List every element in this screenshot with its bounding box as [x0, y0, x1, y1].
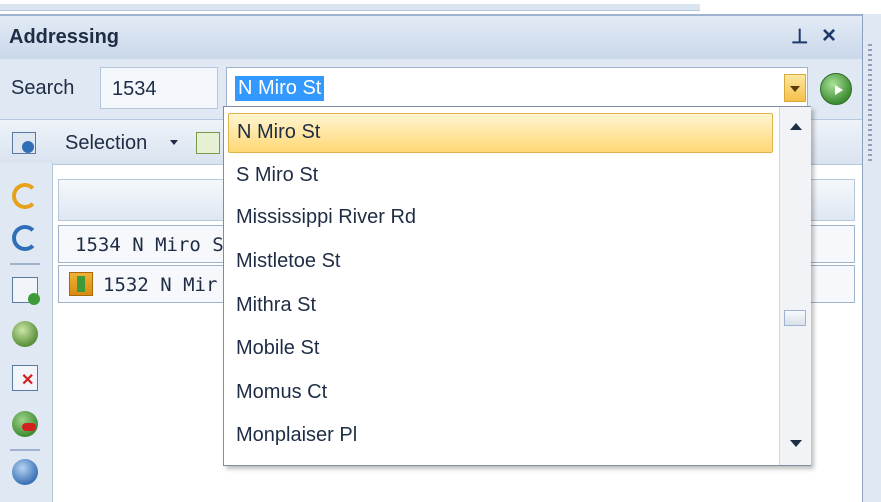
pin-icon[interactable]: ⊥	[791, 24, 808, 49]
people-icon[interactable]	[12, 459, 38, 485]
stop-icon[interactable]	[12, 411, 38, 437]
list-item[interactable]: Mithra St	[228, 287, 773, 327]
divider	[10, 449, 40, 451]
house-number-value: 1534	[112, 78, 157, 100]
delete-row-icon[interactable]	[12, 365, 38, 391]
street-value: N Miro St	[235, 76, 325, 101]
splitter-grip[interactable]	[868, 44, 872, 164]
divider	[10, 263, 40, 265]
row-address: 1532 N Mir	[103, 274, 218, 296]
selection-caret-icon[interactable]	[170, 140, 178, 145]
list-item[interactable]: Momus Ct	[228, 374, 773, 414]
refresh-all-icon[interactable]	[12, 225, 38, 251]
combo-arrow-icon[interactable]	[784, 74, 806, 102]
refresh-icon[interactable]	[12, 183, 38, 209]
side-toolbar	[0, 163, 53, 502]
selection-menu[interactable]: Selection	[65, 132, 147, 155]
search-label: Search	[11, 77, 75, 99]
top-strip	[0, 0, 881, 14]
close-icon[interactable]: ×	[822, 22, 836, 50]
street-dropdown-list[interactable]: N Miro St S Miro St Mississippi River Rd…	[223, 106, 811, 466]
selection-icon[interactable]	[12, 132, 36, 154]
location-pin-icon	[69, 272, 93, 296]
list-item[interactable]: S Miro St	[228, 157, 773, 197]
list-item[interactable]: Mistletoe St	[228, 243, 773, 283]
house-number-field[interactable]: 1534	[100, 67, 218, 109]
list-item[interactable]: N Miro St	[228, 113, 773, 153]
scroll-down-icon[interactable]	[790, 440, 802, 447]
street-combobox[interactable]: N Miro St	[226, 67, 808, 109]
scroll-thumb[interactable]	[784, 310, 806, 326]
dock-edge	[862, 14, 881, 502]
dropdown-scrollbar[interactable]	[779, 107, 811, 465]
add-row-icon[interactable]	[12, 277, 40, 305]
globe-icon[interactable]	[12, 321, 38, 347]
list-item[interactable]: Monplaiser Pl	[228, 417, 773, 457]
go-icon[interactable]	[820, 73, 852, 105]
toolbar-icon-2[interactable]	[196, 132, 220, 154]
list-item[interactable]: Mississippi River Rd	[228, 199, 773, 239]
top-band	[0, 4, 700, 11]
scroll-up-icon[interactable]	[790, 123, 802, 130]
list-item[interactable]: Mobile St	[228, 330, 773, 370]
panel-titlebar: Addressing ⊥ ×	[0, 14, 862, 61]
panel-title: Addressing	[9, 26, 120, 48]
row-address: 1534 N Miro S	[75, 234, 224, 256]
